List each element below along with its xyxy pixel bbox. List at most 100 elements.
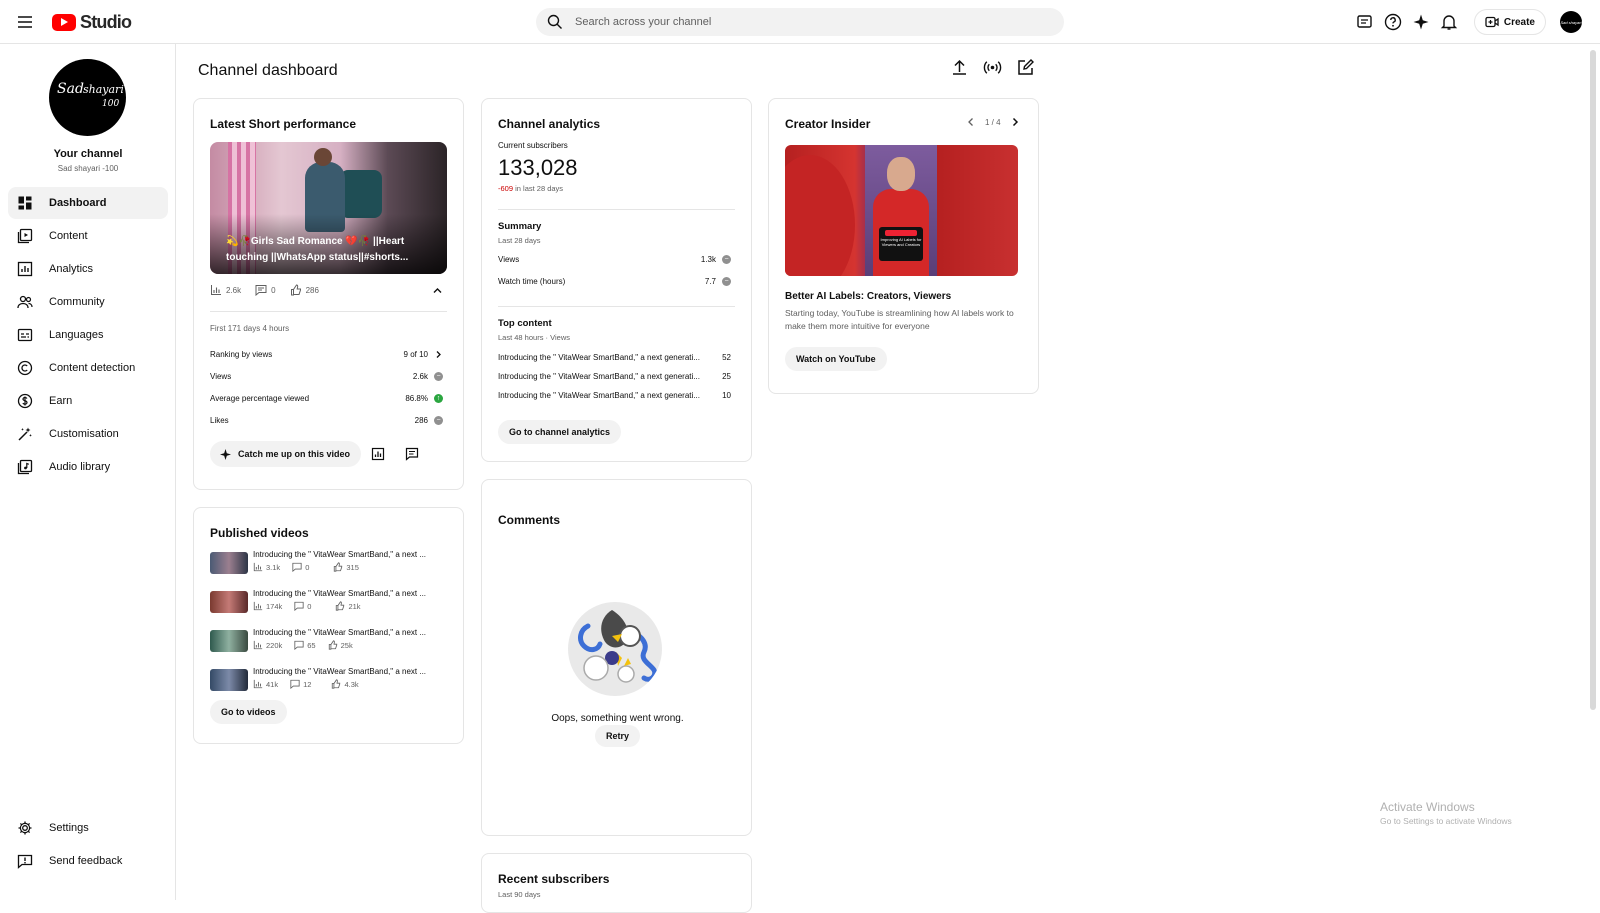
views-chart-icon (253, 679, 263, 689)
short-views: 2.6k (226, 285, 242, 295)
divider (210, 311, 447, 312)
top-content-title: Top content (498, 318, 552, 329)
sidebar-item-languages[interactable]: Languages (8, 319, 168, 351)
search-input[interactable] (575, 16, 1035, 28)
video-comments: 12 (303, 679, 312, 689)
go-live-icon[interactable] (983, 58, 1002, 77)
likes-row: Likes 286− (210, 416, 443, 425)
channel-handle: Sad shayari -100 (57, 164, 119, 173)
create-button[interactable]: Create (1473, 9, 1546, 35)
subscribers-change: -609 (498, 184, 514, 193)
card-title: Latest Short performance (210, 117, 357, 131)
your-channel-label[interactable]: Your channel (0, 148, 176, 160)
search-icon[interactable] (547, 14, 563, 30)
video-thumbnail (210, 591, 248, 613)
top-content-row[interactable]: Introducing the " VitaWear SmartBand," a… (498, 391, 731, 400)
messages-icon[interactable] (1356, 13, 1374, 31)
sidebar-item-earn[interactable]: Earn (8, 385, 168, 417)
summary-period: Last 28 days (498, 236, 541, 245)
video-thumbnail (210, 630, 248, 652)
logo-text: Studio (80, 12, 132, 32)
avp-label: Average percentage viewed (210, 394, 310, 403)
video-row[interactable]: Introducing the " VitaWear SmartBand," a… (210, 589, 443, 615)
gear-icon (18, 821, 32, 835)
customisation-icon (18, 427, 32, 441)
creator-insider-video-title[interactable]: Better AI Labels: Creators, Viewers (785, 291, 951, 302)
help-icon[interactable] (1384, 13, 1402, 31)
sidebar-item-label: Send feedback (49, 855, 123, 867)
page-scrollbar[interactable] (1590, 50, 1596, 710)
video-row[interactable]: Introducing the " VitaWear SmartBand," a… (210, 550, 443, 576)
sparkle-icon[interactable] (1412, 13, 1430, 31)
thumb-bag (340, 170, 382, 218)
views-chart-icon (211, 285, 221, 295)
sidebar-item-customisation[interactable]: Customisation (8, 418, 168, 450)
divider (498, 209, 735, 210)
dashboard-actions (950, 58, 1035, 77)
top-content-value: 25 (722, 372, 731, 381)
chevron-up-icon[interactable] (432, 285, 443, 296)
sidebar-item-send-feedback[interactable]: Send feedback (8, 845, 168, 877)
sidebar-item-analytics[interactable]: Analytics (8, 253, 168, 285)
studio-logo[interactable]: Studio (52, 12, 132, 33)
search-bar[interactable] (536, 8, 1064, 36)
chevron-right-icon[interactable] (1009, 116, 1021, 128)
go-to-analytics-label: Go to channel analytics (509, 427, 611, 437)
avp-value: 86.8% (405, 394, 428, 403)
short-thumbnail[interactable]: 💫🥀Girls Sad Romance 💔🥀 ||Heart touching … (210, 142, 447, 274)
upload-icon[interactable] (950, 58, 969, 77)
video-title: Introducing the " VitaWear SmartBand," a… (253, 589, 427, 598)
video-title: Introducing the " VitaWear SmartBand," a… (253, 667, 427, 676)
video-likes: 4.3k (344, 679, 359, 689)
sidebar-item-label: Settings (49, 822, 89, 834)
chevron-left-icon[interactable] (965, 116, 977, 128)
summary-views-value: 1.3k (700, 255, 716, 264)
creator-insider-thumbnail[interactable]: Improving AI Labels for Viewers and Crea… (785, 145, 1018, 276)
top-content-title-text: Introducing the " VitaWear SmartBand," a… (498, 372, 700, 381)
comment-icon (405, 447, 419, 461)
views-chart-icon (253, 601, 263, 611)
sidebar-item-content[interactable]: Content (8, 220, 168, 252)
menu-icon[interactable] (16, 13, 34, 31)
sidebar-item-settings[interactable]: Settings (8, 812, 168, 844)
card-title: Creator Insider (785, 117, 871, 131)
sidebar-item-audio-library[interactable]: Audio library (8, 451, 168, 483)
views-chart-icon (253, 640, 263, 650)
top-content-row[interactable]: Introducing the " VitaWear SmartBand," a… (498, 372, 731, 381)
neutral-indicator-icon: − (722, 255, 731, 264)
watch-on-youtube-button[interactable]: Watch on YouTube (785, 347, 887, 371)
catch-me-up-label: Catch me up on this video (238, 449, 351, 459)
video-row[interactable]: Introducing the " VitaWear SmartBand," a… (210, 628, 443, 654)
neutral-indicator-icon: − (434, 372, 443, 381)
views-row: Views 2.6k − (210, 372, 443, 381)
subscribers-change-row: -609 in last 28 days (498, 184, 563, 193)
channel-avatar[interactable]: Sad shayari 100 (49, 59, 126, 136)
video-stats: 41k 12 4.3k (253, 679, 371, 689)
notifications-bell-icon[interactable] (1440, 13, 1458, 31)
thumb-tablet-text: Improving AI Labels for Viewers and Crea… (880, 237, 922, 247)
short-caption: 💫🥀Girls Sad Romance 💔🥀 ||Heart touching … (226, 236, 409, 263)
video-thumbnail (210, 552, 248, 574)
sidebar-item-community[interactable]: Community (8, 286, 168, 318)
short-analytics-button[interactable] (366, 442, 390, 466)
account-avatar[interactable]: Sad shayari (1560, 11, 1582, 33)
short-comments-button[interactable] (400, 442, 424, 466)
sidebar-item-content-detection[interactable]: Content detection (8, 352, 168, 384)
create-post-icon[interactable] (1016, 58, 1035, 77)
video-views: 3.1k (266, 562, 281, 572)
retry-button[interactable]: Retry (595, 725, 641, 747)
comments-error-text: Oops, something went wrong. (551, 713, 684, 724)
sidebar-item-dashboard[interactable]: Dashboard (8, 187, 168, 219)
video-row[interactable]: Introducing the " VitaWear SmartBand," a… (210, 667, 443, 693)
ranking-row[interactable]: Ranking by views 9 of 10 (210, 350, 443, 359)
sidebar-item-label: Customisation (49, 428, 119, 440)
likes-value: 286 (414, 416, 428, 425)
top-content-row[interactable]: Introducing the " VitaWear SmartBand," a… (498, 353, 731, 362)
first-period-label: First 171 days 4 hours (210, 324, 290, 333)
go-to-videos-button[interactable]: Go to videos (210, 700, 287, 724)
catch-me-up-button[interactable]: Catch me up on this video (210, 441, 362, 467)
thumb-shape (785, 155, 855, 276)
video-plus-icon (1485, 16, 1499, 28)
video-thumbnail (210, 669, 248, 691)
go-to-analytics-button[interactable]: Go to channel analytics (498, 420, 622, 444)
